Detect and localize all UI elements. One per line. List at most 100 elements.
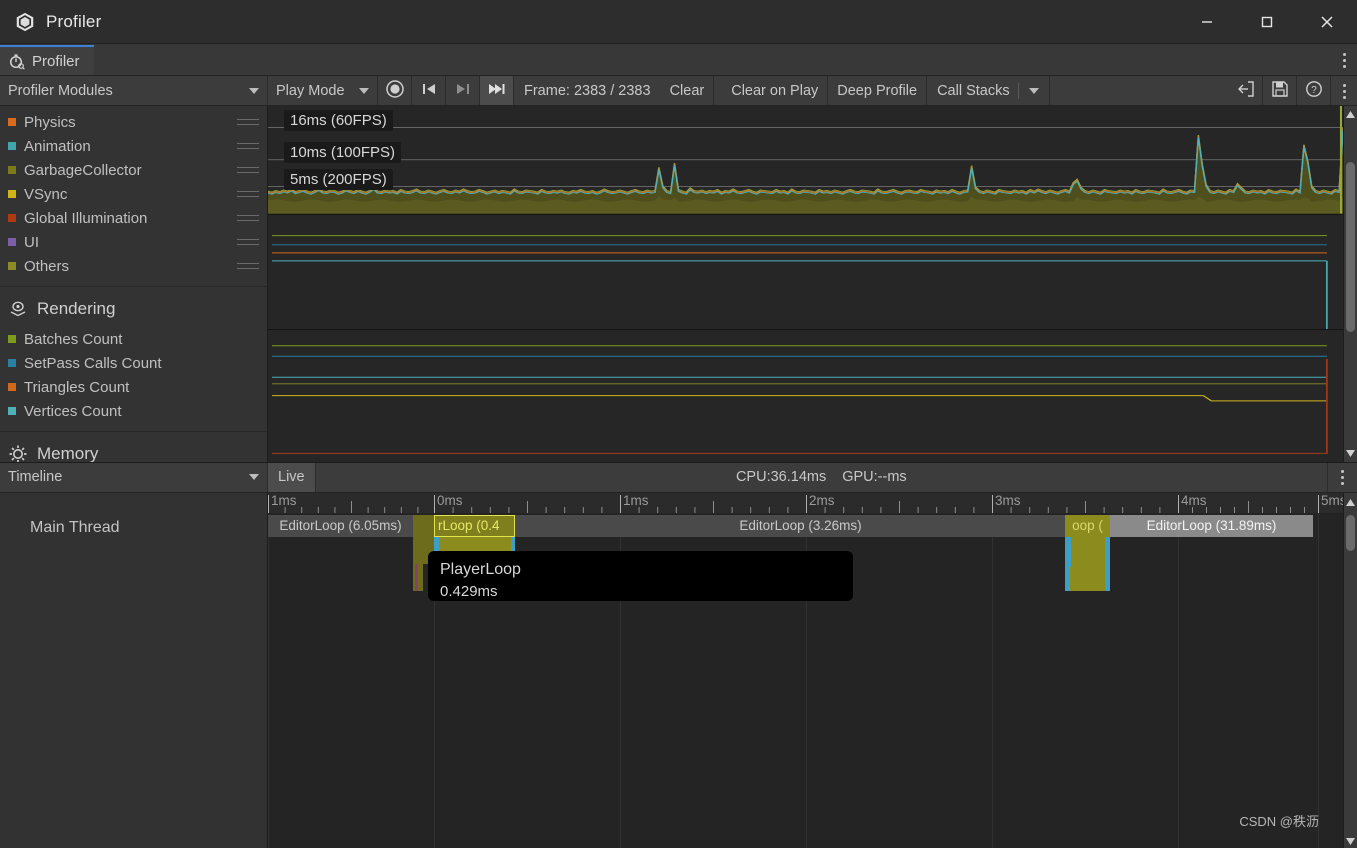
memory-chart-svg [268,330,1343,461]
drag-handle-icon[interactable] [237,143,259,149]
scroll-down-arrow-icon[interactable] [1345,446,1356,462]
tabstrip: Profiler [0,44,1357,76]
module-row-physics[interactable]: Physics [0,110,267,134]
module-row-triangles-count[interactable]: Triangles Count [0,375,267,399]
previous-frame-button[interactable] [412,76,446,105]
timeline-tracks[interactable]: 1ms0ms1ms2ms3ms4ms5ms EditorLoop (6.05ms… [268,493,1343,848]
record-circle-icon [385,79,405,103]
timeline-sample-block[interactable] [439,537,511,551]
tab-profiler[interactable]: Profiler [0,45,94,75]
ruler-tick-label: 1ms [271,493,297,508]
timeline-bar-editorloop-1[interactable]: EditorLoop (6.05ms) [268,515,413,537]
scrollbar-thumb[interactable] [1346,162,1355,332]
clear-button[interactable]: Clear [661,76,715,105]
color-swatch [8,359,16,367]
profiler-modules-label: Profiler Modules [8,83,113,99]
timeline-block-olive-1[interactable] [413,515,434,537]
chevron-down-icon [1019,88,1049,94]
color-swatch [8,118,16,126]
timeline-bar-editorloop-2[interactable]: EditorLoop (3.26ms) [515,515,1086,537]
help-button[interactable]: ? [1297,76,1331,105]
profiler-modules-dropdown[interactable]: Profiler Modules [0,76,268,105]
module-label: Animation [24,138,91,155]
chevron-down-icon [359,88,369,94]
timeline-bar-playerloop-selected[interactable]: rLoop (0.4 [434,515,515,537]
group-header-memory: Memory [0,436,267,462]
module-label: Triangles Count [24,379,129,396]
drag-handle-icon[interactable] [237,239,259,245]
timeline-sample-block[interactable] [1071,537,1105,567]
scroll-up-arrow-icon[interactable] [1344,495,1357,511]
timeline-sample-block[interactable] [415,564,418,591]
timeline-kebab-menu-icon[interactable] [1327,463,1357,492]
charts-vertical-scrollbar[interactable] [1343,106,1357,462]
drag-handle-icon[interactable] [237,263,259,269]
module-group-memory: Memory Total Used Memory Texture Memory … [0,432,267,462]
module-label: SetPass Calls Count [24,355,162,372]
scroll-up-arrow-icon[interactable] [1345,106,1356,122]
thread-label-main[interactable]: Main Thread [30,519,120,537]
ruler-tick-label: 5ms [1321,493,1343,508]
timeline-grid-separator [1318,513,1319,848]
timeline-view-label: Timeline [8,469,62,485]
scroll-down-arrow-icon[interactable] [1344,837,1357,846]
gpu-stat-label: GPU:--ms [842,469,906,485]
rendering-chart[interactable] [268,215,1343,331]
color-swatch [8,142,16,150]
live-button[interactable]: Live [268,463,316,492]
scrollbar-track[interactable] [1344,122,1357,446]
timeline-sample-block[interactable] [1105,567,1110,591]
load-profile-button[interactable] [1229,76,1263,105]
module-row-global-illumination[interactable]: Global Illumination [0,206,267,230]
drag-handle-icon[interactable] [237,191,259,197]
main-content: Physics Animation GarbageCollector VSync [0,106,1357,463]
timeline-sample-block[interactable] [1105,537,1110,567]
chevron-down-icon [249,88,259,94]
timeline-thread-list: Main Thread [0,493,268,848]
drag-handle-icon[interactable] [237,167,259,173]
memory-chart[interactable] [268,330,1343,461]
last-frame-button[interactable] [480,76,514,105]
module-row-garbagecollector[interactable]: GarbageCollector [0,158,267,182]
timeline-grid-separator [1178,513,1179,848]
module-group-cpu: Physics Animation GarbageCollector VSync [0,106,267,287]
rendering-chart-svg [268,215,1343,330]
profiler-window: Profiler Profiler [0,0,1357,848]
maximize-button[interactable] [1237,0,1297,44]
call-stacks-dropdown[interactable]: Call Stacks [927,76,1050,105]
timeline-bar-playerloop-2[interactable]: oop ( [1065,515,1110,537]
module-row-animation[interactable]: Animation [0,134,267,158]
module-row-batches-count[interactable]: Batches Count [0,327,267,351]
timeline-view-dropdown[interactable]: Timeline [0,463,268,492]
module-row-vertices-count[interactable]: Vertices Count [0,399,267,423]
module-row-others[interactable]: Others [0,254,267,278]
minimize-button[interactable] [1177,0,1237,44]
tab-label: Profiler [32,53,80,70]
timeline-sample-block[interactable] [511,537,515,551]
deep-profile-button[interactable]: Deep Profile [828,76,927,105]
module-row-vsync[interactable]: VSync [0,182,267,206]
toolbar-kebab-menu-icon[interactable] [1331,76,1357,106]
play-mode-dropdown[interactable]: Play Mode [268,76,378,105]
drag-handle-icon[interactable] [237,119,259,125]
close-button[interactable] [1297,0,1357,44]
tooltip-subtitle: 0.429ms [440,581,841,602]
tabstrip-kebab-menu-icon[interactable] [1331,45,1357,75]
next-frame-button[interactable] [446,76,480,105]
drag-handle-icon[interactable] [237,215,259,221]
module-label: UI [24,234,39,251]
cpu-usage-chart[interactable]: 16ms (60FPS) 10ms (100FPS) 5ms (200FPS) [268,106,1343,215]
timeline-vertical-scrollbar[interactable] [1343,493,1357,848]
module-row-setpass-calls-count[interactable]: SetPass Calls Count [0,351,267,375]
scrollbar-thumb[interactable] [1346,515,1355,551]
module-row-ui[interactable]: UI [0,230,267,254]
save-profile-icon [1271,80,1289,102]
color-swatch [8,214,16,222]
clear-on-play-button[interactable]: Clear on Play [722,76,828,105]
save-profile-button[interactable] [1263,76,1297,105]
timeline-bar-editorloop-3[interactable]: EditorLoop (31.89ms) [1110,515,1313,537]
frame-counter: Frame: 2383 / 2383 [514,76,661,105]
toolbar-gap [714,76,722,105]
timeline-sample-block[interactable] [1074,567,1105,591]
record-button[interactable] [378,76,412,105]
